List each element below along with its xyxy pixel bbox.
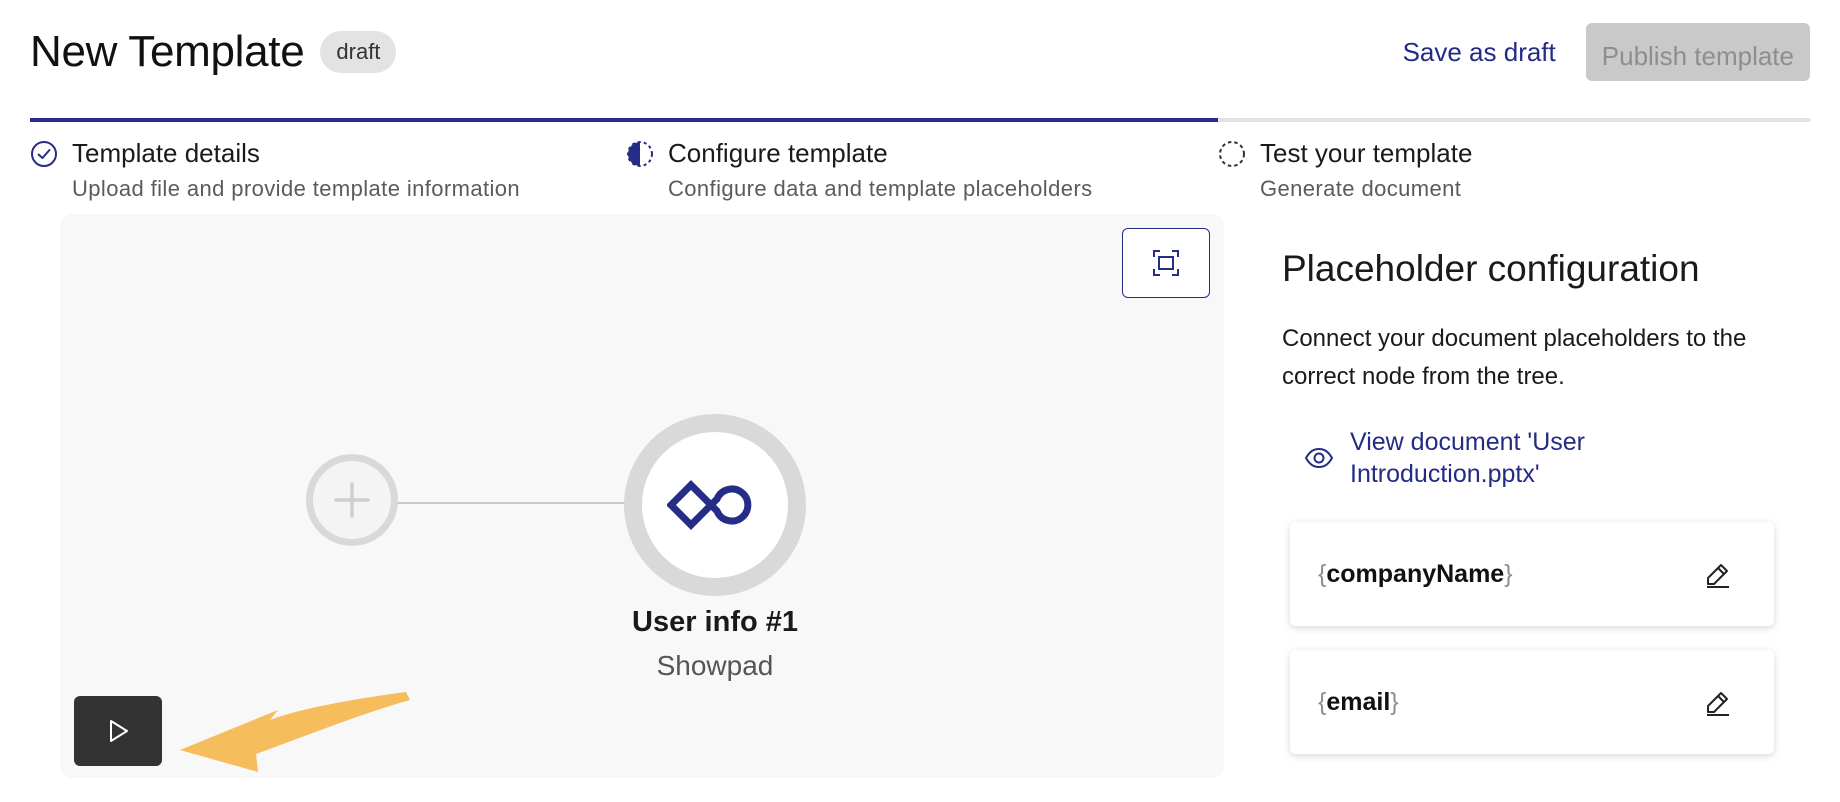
status-badge: draft bbox=[320, 31, 397, 73]
step-title: Test your template bbox=[1260, 138, 1473, 168]
step-configure-template[interactable]: Configure template Configure data and te… bbox=[626, 138, 1093, 202]
placeholder-brace-close: } bbox=[1504, 559, 1513, 588]
publish-template-button[interactable]: Publish template bbox=[1585, 23, 1810, 81]
panel-title: Placeholder configuration bbox=[1282, 248, 1700, 289]
placeholder-brace-open: { bbox=[1318, 687, 1327, 716]
placeholder-brace-open: { bbox=[1318, 559, 1327, 588]
step-title: Template details bbox=[72, 138, 260, 168]
view-document-link[interactable]: View document 'User Introduction.pptx' bbox=[1304, 426, 1822, 490]
node-subtitle: Showpad bbox=[656, 650, 774, 681]
page-title: New Template bbox=[30, 27, 305, 76]
play-icon bbox=[110, 720, 128, 742]
placeholder-brace-close: } bbox=[1390, 687, 1399, 716]
data-node[interactable] bbox=[624, 414, 806, 596]
check-circle-icon bbox=[31, 141, 57, 167]
page-header: New Template draft Save as draft Publish… bbox=[30, 20, 1810, 84]
placeholder-card[interactable]: {email} bbox=[1290, 650, 1774, 754]
view-document-label[interactable]: View document 'User Introduction.pptx' bbox=[1350, 426, 1630, 490]
step-template-details[interactable]: Template details Upload file and provide… bbox=[30, 138, 520, 202]
stepper-progress bbox=[30, 118, 1218, 122]
placeholder-card[interactable]: {companyName} bbox=[1290, 522, 1774, 626]
panel-description: Connect your document placeholders to th… bbox=[1282, 325, 1747, 390]
fit-screen-button[interactable] bbox=[1122, 228, 1210, 298]
placeholder-name: companyName bbox=[1326, 559, 1505, 588]
play-button[interactable] bbox=[74, 696, 162, 766]
add-node-button[interactable] bbox=[306, 454, 398, 546]
plus-icon bbox=[334, 482, 370, 518]
step-subtitle: Configure data and template placeholders bbox=[668, 176, 1093, 201]
half-circle-icon bbox=[627, 141, 653, 167]
node-title: User info #1 bbox=[632, 606, 798, 638]
dashed-circle-icon bbox=[1219, 141, 1245, 167]
step-title: Configure template bbox=[668, 138, 888, 168]
pencil-icon[interactable] bbox=[1704, 688, 1732, 716]
placeholder-panel: Placeholder configuration Connect your d… bbox=[1282, 214, 1822, 802]
step-subtitle: Upload file and provide template informa… bbox=[72, 176, 521, 201]
placeholder-list: {companyName} {email} bbox=[1282, 522, 1822, 754]
showpad-logo-icon bbox=[667, 480, 752, 530]
fit-screen-icon bbox=[1153, 250, 1179, 276]
annotation-arrow-icon bbox=[180, 692, 410, 772]
header-actions: Save as draft Publish template bbox=[1403, 23, 1810, 81]
pencil-icon[interactable] bbox=[1704, 560, 1732, 588]
eye-icon bbox=[1304, 447, 1334, 469]
step-test-template[interactable]: Test your template Generate document bbox=[1218, 138, 1472, 202]
save-as-draft-button[interactable]: Save as draft bbox=[1403, 37, 1556, 68]
tree-canvas[interactable]: User info #1 Showpad bbox=[60, 214, 1224, 778]
placeholder-name: email bbox=[1326, 687, 1391, 716]
step-subtitle: Generate document bbox=[1260, 176, 1462, 201]
